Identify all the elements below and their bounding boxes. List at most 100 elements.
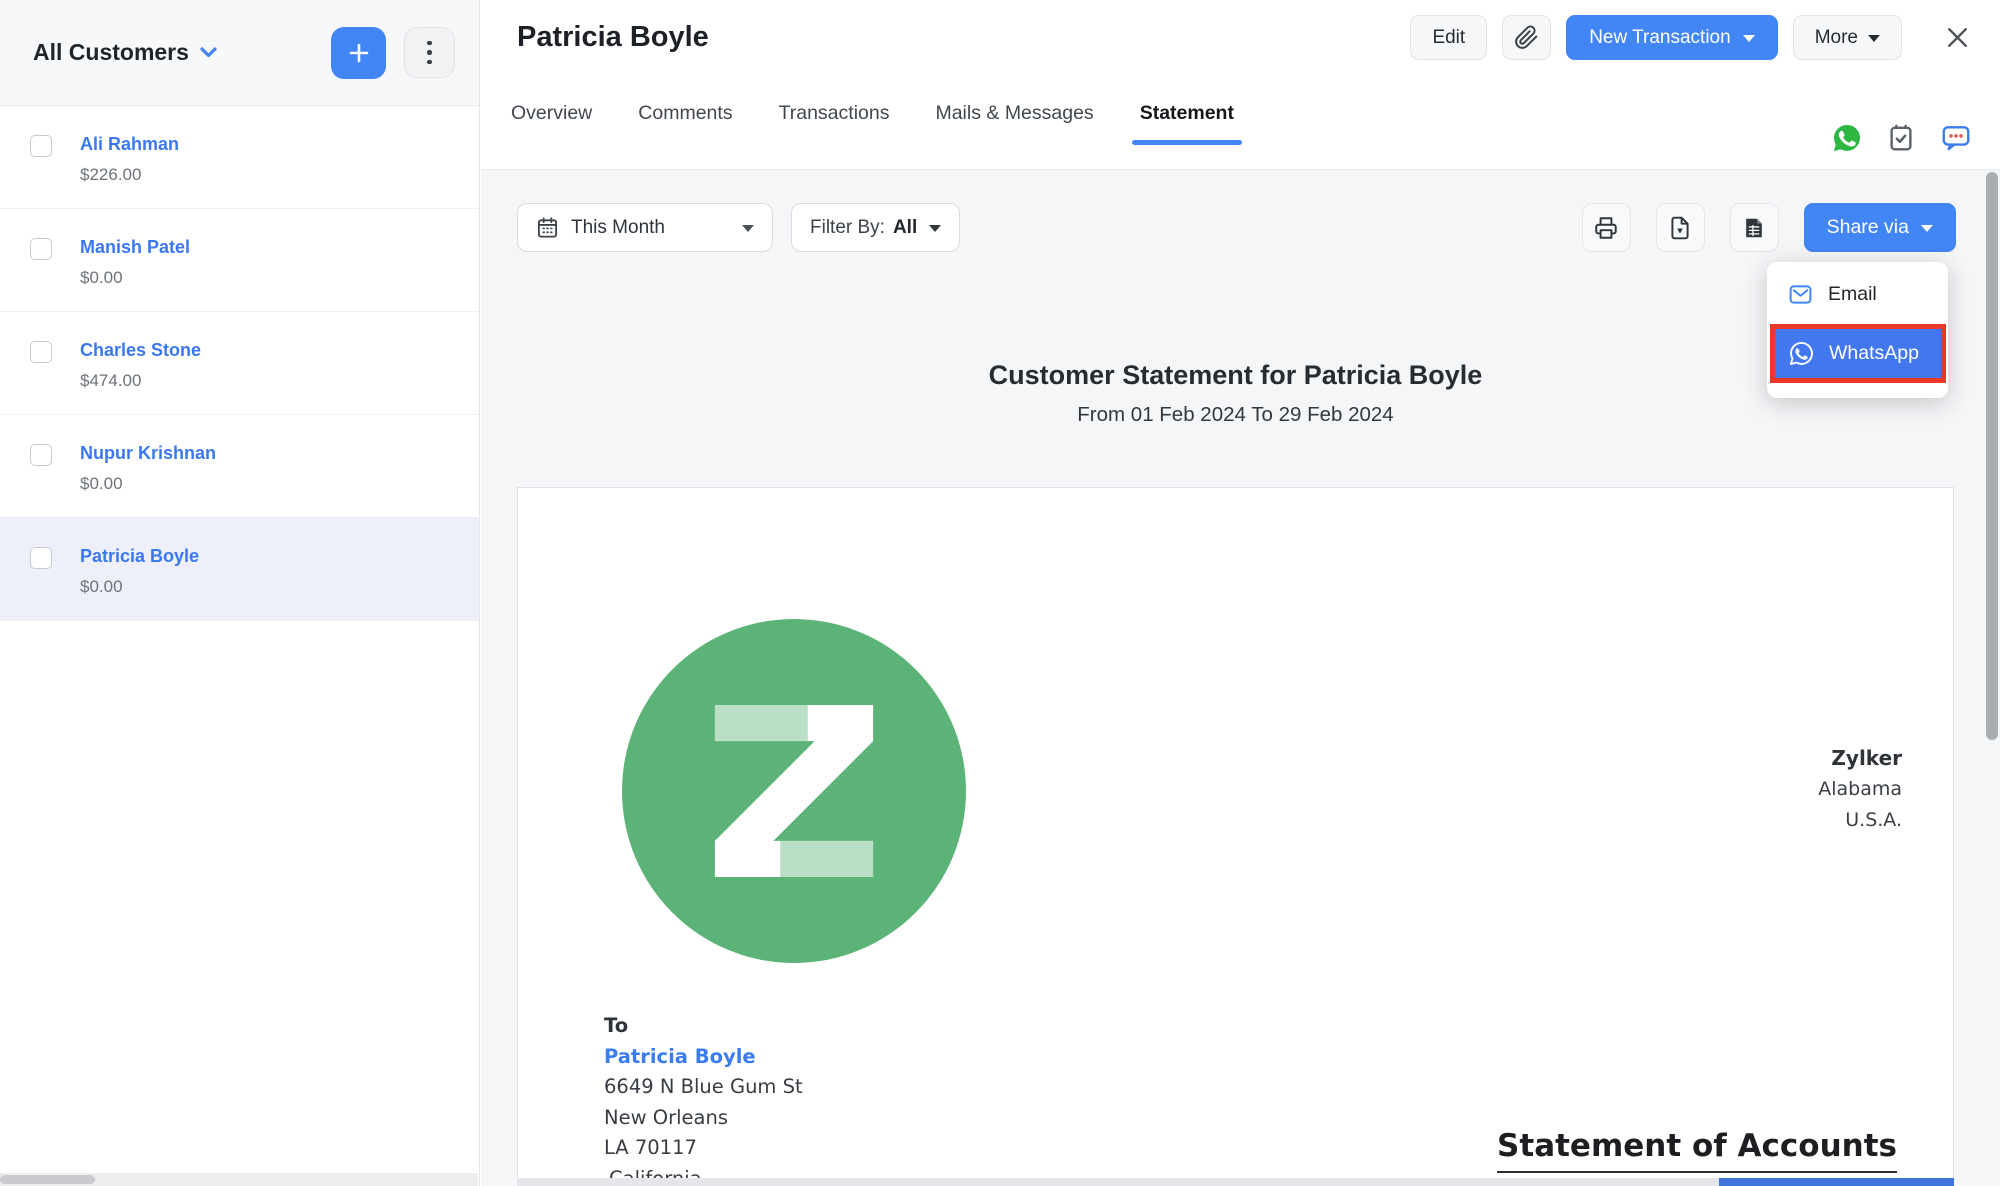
company-region: Alabama — [1818, 774, 1902, 805]
customer-balance: $0.00 — [80, 474, 216, 494]
kebab-icon — [427, 41, 432, 46]
statement-document-preview: Zylker Alabama U.S.A. To Patricia Boyle … — [517, 487, 1954, 1186]
company-name: Zylker — [1818, 743, 1902, 774]
customer-balance: $0.00 — [80, 268, 190, 288]
customer-checkbox[interactable] — [30, 341, 52, 363]
filter-value: All — [893, 217, 917, 239]
close-icon — [1943, 23, 1972, 52]
statement-filters: This Month Filter By: All — [517, 203, 960, 252]
share-email-menu-item[interactable]: Email — [1767, 271, 1948, 318]
statement-table-header-left — [517, 1178, 1719, 1186]
whatsapp-status-icon[interactable] — [1832, 123, 1862, 153]
sidebar-header: All Customers — [0, 0, 479, 106]
whatsapp-icon — [1788, 340, 1815, 367]
address-line: LA 70117 — [604, 1133, 803, 1164]
customer-list-filter-dropdown[interactable]: All Customers — [33, 39, 217, 66]
header-actions: Edit New Transaction More — [1410, 15, 1984, 60]
tab-overview[interactable]: Overview — [511, 103, 592, 169]
address-line: New Orleans — [604, 1103, 803, 1134]
export-pdf-button[interactable] — [1656, 203, 1705, 252]
add-customer-button[interactable] — [331, 27, 386, 79]
customer-name-link[interactable]: Nupur Krishnan — [80, 442, 216, 464]
caret-down-icon — [742, 225, 754, 232]
scrollbar-thumb[interactable] — [0, 1175, 95, 1184]
whatsapp-icon — [1832, 123, 1862, 153]
tab-bar: Overview Comments Transactions Mails & M… — [481, 75, 2000, 170]
edit-button[interactable]: Edit — [1410, 15, 1487, 60]
tab-mails-messages[interactable]: Mails & Messages — [935, 103, 1093, 169]
new-transaction-button[interactable]: New Transaction — [1566, 15, 1778, 60]
share-whatsapp-menu-item[interactable]: WhatsApp — [1775, 329, 1941, 378]
address-line: 6649 N Blue Gum St — [604, 1072, 803, 1103]
filter-by-select[interactable]: Filter By: All — [791, 203, 960, 252]
customer-checkbox[interactable] — [30, 547, 52, 569]
customer-name-link[interactable]: Patricia Boyle — [80, 545, 199, 567]
to-label: To — [604, 1011, 803, 1042]
tasks-shortcut-icon[interactable] — [1886, 123, 1916, 153]
statement-heading: Customer Statement for Patricia Boyle — [517, 360, 1954, 391]
caret-down-icon — [1743, 35, 1755, 42]
recipient-address-block: To Patricia Boyle 6649 N Blue Gum St New… — [604, 1011, 803, 1186]
filter-prefix: Filter By: — [810, 217, 885, 239]
customer-list-item[interactable]: Ali Rahman $226.00 — [0, 106, 479, 209]
tab-comments[interactable]: Comments — [638, 103, 732, 169]
share-via-button[interactable]: Share via — [1804, 203, 1956, 252]
vertical-scrollbar-thumb[interactable] — [1986, 172, 1998, 740]
customer-list: Ali Rahman $226.00 Manish Patel $0.00 Ch… — [0, 106, 479, 621]
statement-period: From 01 Feb 2024 To 29 Feb 2024 — [517, 403, 1954, 427]
email-icon — [1788, 282, 1813, 307]
customer-name-link[interactable]: Ali Rahman — [80, 133, 179, 155]
print-button[interactable] — [1582, 203, 1631, 252]
export-xls-button[interactable] — [1730, 203, 1779, 252]
page-title: Patricia Boyle — [517, 21, 709, 54]
tab-transactions[interactable]: Transactions — [779, 103, 890, 169]
printer-icon — [1593, 215, 1619, 241]
customer-name-link[interactable]: Charles Stone — [80, 339, 201, 361]
statement-of-accounts-title: Statement of Accounts — [1497, 1128, 1897, 1173]
clipboard-check-icon — [1886, 123, 1916, 153]
customer-sidebar: All Customers Ali Rahman $226.00 Manish … — [0, 0, 480, 1186]
record-header: Patricia Boyle Edit New Transaction More — [481, 0, 2000, 75]
company-country: U.S.A. — [1818, 805, 1902, 836]
period-select[interactable]: This Month — [517, 203, 773, 252]
customer-checkbox[interactable] — [30, 444, 52, 466]
company-address-block: Zylker Alabama U.S.A. — [1818, 743, 1902, 836]
tab-bar-icons — [1832, 123, 1972, 169]
customer-list-item[interactable]: Nupur Krishnan $0.00 — [0, 415, 479, 518]
plus-icon — [347, 41, 371, 65]
chat-dots-icon — [1940, 123, 1972, 153]
sidebar-horizontal-scrollbar[interactable] — [0, 1173, 478, 1186]
statement-actions: Share via — [1582, 203, 1956, 252]
caret-down-icon — [1921, 225, 1933, 232]
calendar-icon — [536, 216, 559, 239]
customer-balance: $0.00 — [80, 577, 199, 597]
zylker-logo — [622, 619, 966, 963]
period-value: This Month — [571, 217, 665, 239]
recipient-name-link[interactable]: Patricia Boyle — [604, 1042, 803, 1073]
whatsapp-highlight-box: WhatsApp — [1770, 324, 1946, 383]
more-button[interactable]: More — [1793, 15, 1902, 60]
sidebar-more-menu-button[interactable] — [404, 27, 455, 78]
paperclip-icon — [1514, 25, 1539, 50]
caret-down-icon — [929, 225, 941, 232]
chat-shortcut-icon[interactable] — [1940, 123, 1972, 153]
tab-statement[interactable]: Statement — [1140, 103, 1234, 169]
customer-name-link[interactable]: Manish Patel — [80, 236, 190, 258]
customer-checkbox[interactable] — [30, 135, 52, 157]
share-via-menu: Email WhatsApp — [1767, 262, 1948, 398]
pdf-file-icon — [1667, 215, 1693, 241]
customer-list-item[interactable]: Patricia Boyle $0.00 — [0, 518, 479, 621]
customer-list-item[interactable]: Manish Patel $0.00 — [0, 209, 479, 312]
customer-balance: $226.00 — [80, 165, 179, 185]
attachments-button[interactable] — [1502, 15, 1551, 60]
close-record-button[interactable] — [1943, 23, 1972, 52]
customer-list-item[interactable]: Charles Stone $474.00 — [0, 312, 479, 415]
statement-content: This Month Filter By: All — [481, 170, 2000, 1186]
customer-checkbox[interactable] — [30, 238, 52, 260]
statement-table-header-right — [1719, 1178, 1954, 1186]
app-window: All Customers Ali Rahman $226.00 Manish … — [0, 0, 2000, 1186]
chevron-down-icon — [200, 47, 217, 58]
caret-down-icon — [1868, 35, 1880, 42]
sidebar-title-label: All Customers — [33, 39, 189, 66]
main-panel: Patricia Boyle Edit New Transaction More — [481, 0, 2000, 1186]
